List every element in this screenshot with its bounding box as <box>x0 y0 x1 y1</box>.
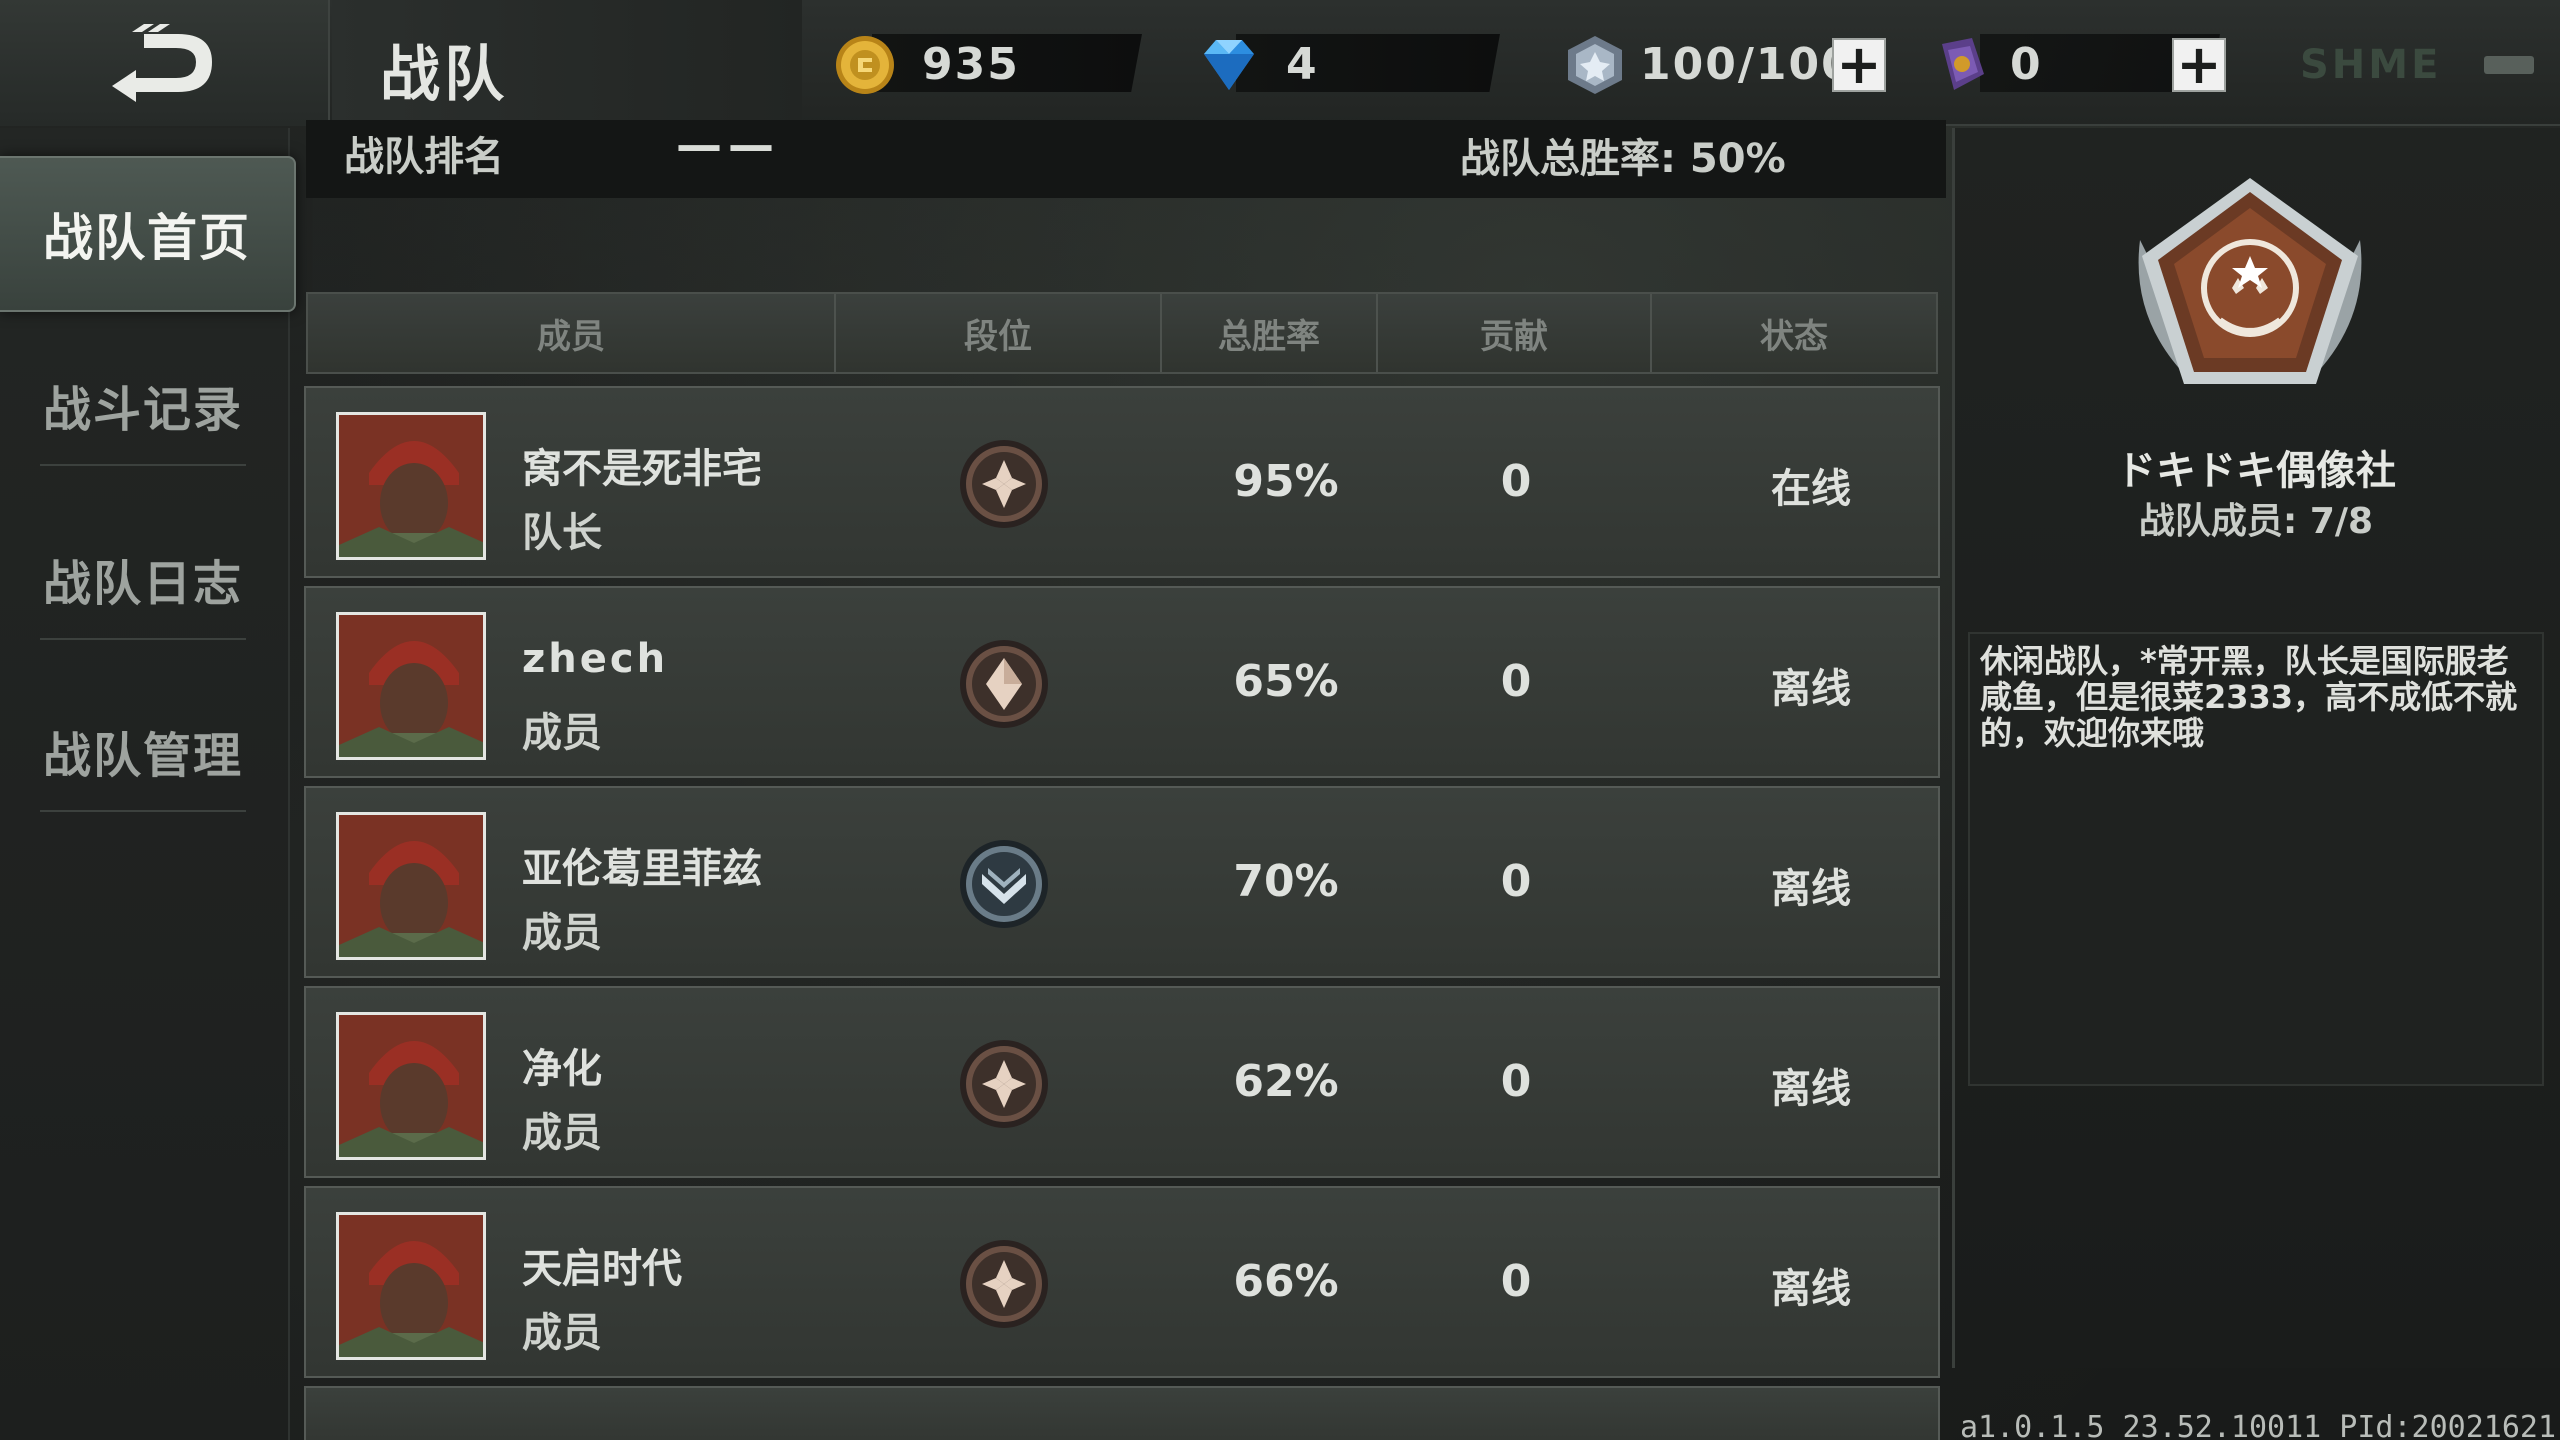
table-row[interactable] <box>304 1386 1940 1440</box>
rank-bronze-diamond-icon <box>960 1240 1048 1328</box>
coin-counter: 935 <box>832 34 1142 94</box>
back-button[interactable] <box>0 0 330 126</box>
avatar <box>336 812 486 960</box>
col-header-member: 成员 <box>308 294 836 372</box>
team-description: 休闲战队，*常开黑，队长是国际服老咸鱼，但是很菜2333，高不成低不就的，欢迎你… <box>1980 642 2518 752</box>
nav-item-label: 战队管理 <box>42 728 243 784</box>
plus-icon: + <box>2176 33 2222 96</box>
member-role: 成员 <box>522 710 602 756</box>
team-member-count: 战队成员: 7/8 <box>2138 501 2374 542</box>
avatar <box>336 1012 486 1160</box>
ticket-value: 0 <box>2010 38 2043 90</box>
team-rank-label: 战队排名 <box>344 134 504 180</box>
table-row[interactable]: zhech 成员 65% 0 离线 <box>304 586 1940 778</box>
member-name: 亚伦葛里菲兹 <box>522 846 762 892</box>
avatar <box>336 612 486 760</box>
nav-item-team-log[interactable]: 战队日志 <box>40 520 246 640</box>
col-header-winrate: 总胜率 <box>1162 294 1378 372</box>
nav-item-battle-records[interactable]: 战斗记录 <box>40 346 246 466</box>
version-info: a1.0.1.5 23.52.10011 PId:20021621 <box>1960 1410 2557 1440</box>
team-winrate: 战队总胜率: 50% <box>1460 136 1786 182</box>
member-contribution: 0 <box>1500 856 1532 907</box>
col-header-contribution: 贡献 <box>1378 294 1652 372</box>
diamond-value: 4 <box>1286 38 1319 90</box>
member-contribution: 0 <box>1500 656 1532 707</box>
table-row[interactable]: 窝不是死非宅 队长 95% 0 在线 <box>304 386 1940 578</box>
add-ticket-button[interactable]: + <box>2172 38 2226 92</box>
avatar <box>336 412 486 560</box>
diamond-icon <box>1204 40 1254 90</box>
rank-silver-chevron-icon <box>960 840 1048 928</box>
col-header-rank: 段位 <box>836 294 1162 372</box>
nav-item-team-home[interactable]: 战队首页 <box>0 156 296 312</box>
member-winrate: 66% <box>1233 1256 1339 1307</box>
nav-item-label: 战斗记录 <box>42 382 243 438</box>
member-status: 离线 <box>1771 1066 1851 1112</box>
team-rank-value: —— <box>676 118 780 172</box>
member-role: 成员 <box>522 1110 602 1156</box>
member-winrate: 65% <box>1233 656 1339 707</box>
table-header: 成员 段位 总胜率 贡献 状态 <box>306 292 1938 374</box>
stamina-value: 100/100 <box>1640 38 1854 90</box>
member-status: 在线 <box>1771 466 1851 512</box>
page-title: 战队 <box>380 40 508 110</box>
purple-ticket-icon <box>1942 38 1984 90</box>
table-row[interactable]: 净化 成员 62% 0 离线 <box>304 986 1940 1178</box>
nav-item-label: 战队日志 <box>42 556 243 612</box>
table-row[interactable]: 亚伦葛里菲兹 成员 70% 0 离线 <box>304 786 1940 978</box>
rank-bronze-diamond-icon <box>960 440 1048 528</box>
member-winrate: 95% <box>1233 456 1339 507</box>
stamina-crystal-icon <box>1568 36 1622 94</box>
member-role: 队长 <box>522 510 602 556</box>
member-status: 离线 <box>1771 1266 1851 1312</box>
avatar <box>336 1212 486 1360</box>
member-name: 净化 <box>522 1046 602 1092</box>
member-winrate: 62% <box>1233 1056 1339 1107</box>
team-name: ドキドキ偶像社 <box>2116 448 2396 494</box>
faded-label: SHME <box>2300 42 2442 88</box>
member-status: 离线 <box>1771 666 1851 712</box>
member-winrate: 70% <box>1233 856 1339 907</box>
member-name: 窝不是死非宅 <box>522 446 762 492</box>
member-role: 成员 <box>522 1310 602 1356</box>
member-contribution: 0 <box>1500 1056 1532 1107</box>
member-role: 成员 <box>522 910 602 956</box>
plus-icon: + <box>1836 33 1882 96</box>
back-arrow-icon <box>112 24 212 102</box>
rank-bronze-single-icon <box>960 640 1048 728</box>
member-name: 天启时代 <box>522 1246 682 1292</box>
rank-bronze-diamond-icon <box>960 1040 1048 1128</box>
team-emblem-icon <box>2138 178 2362 384</box>
col-header-status: 状态 <box>1760 316 1828 357</box>
gold-coin-icon <box>836 36 894 94</box>
nav-item-team-management[interactable]: 战队管理 <box>40 692 246 812</box>
member-contribution: 0 <box>1500 456 1532 507</box>
member-contribution: 0 <box>1500 1256 1532 1307</box>
member-name: zhech <box>522 636 669 682</box>
top-bar: 战队 935 4 100/100 + 0 + SHME <box>0 0 2560 126</box>
nav-item-label: 战队首页 <box>43 209 251 267</box>
coin-value: 935 <box>922 38 1020 90</box>
diamond-counter: 4 <box>1196 34 1506 94</box>
menu-handle[interactable] <box>2484 56 2534 74</box>
table-row[interactable]: 天启时代 成员 66% 0 离线 <box>304 1186 1940 1378</box>
member-status: 离线 <box>1771 866 1851 912</box>
add-stamina-button[interactable]: + <box>1832 38 1886 92</box>
